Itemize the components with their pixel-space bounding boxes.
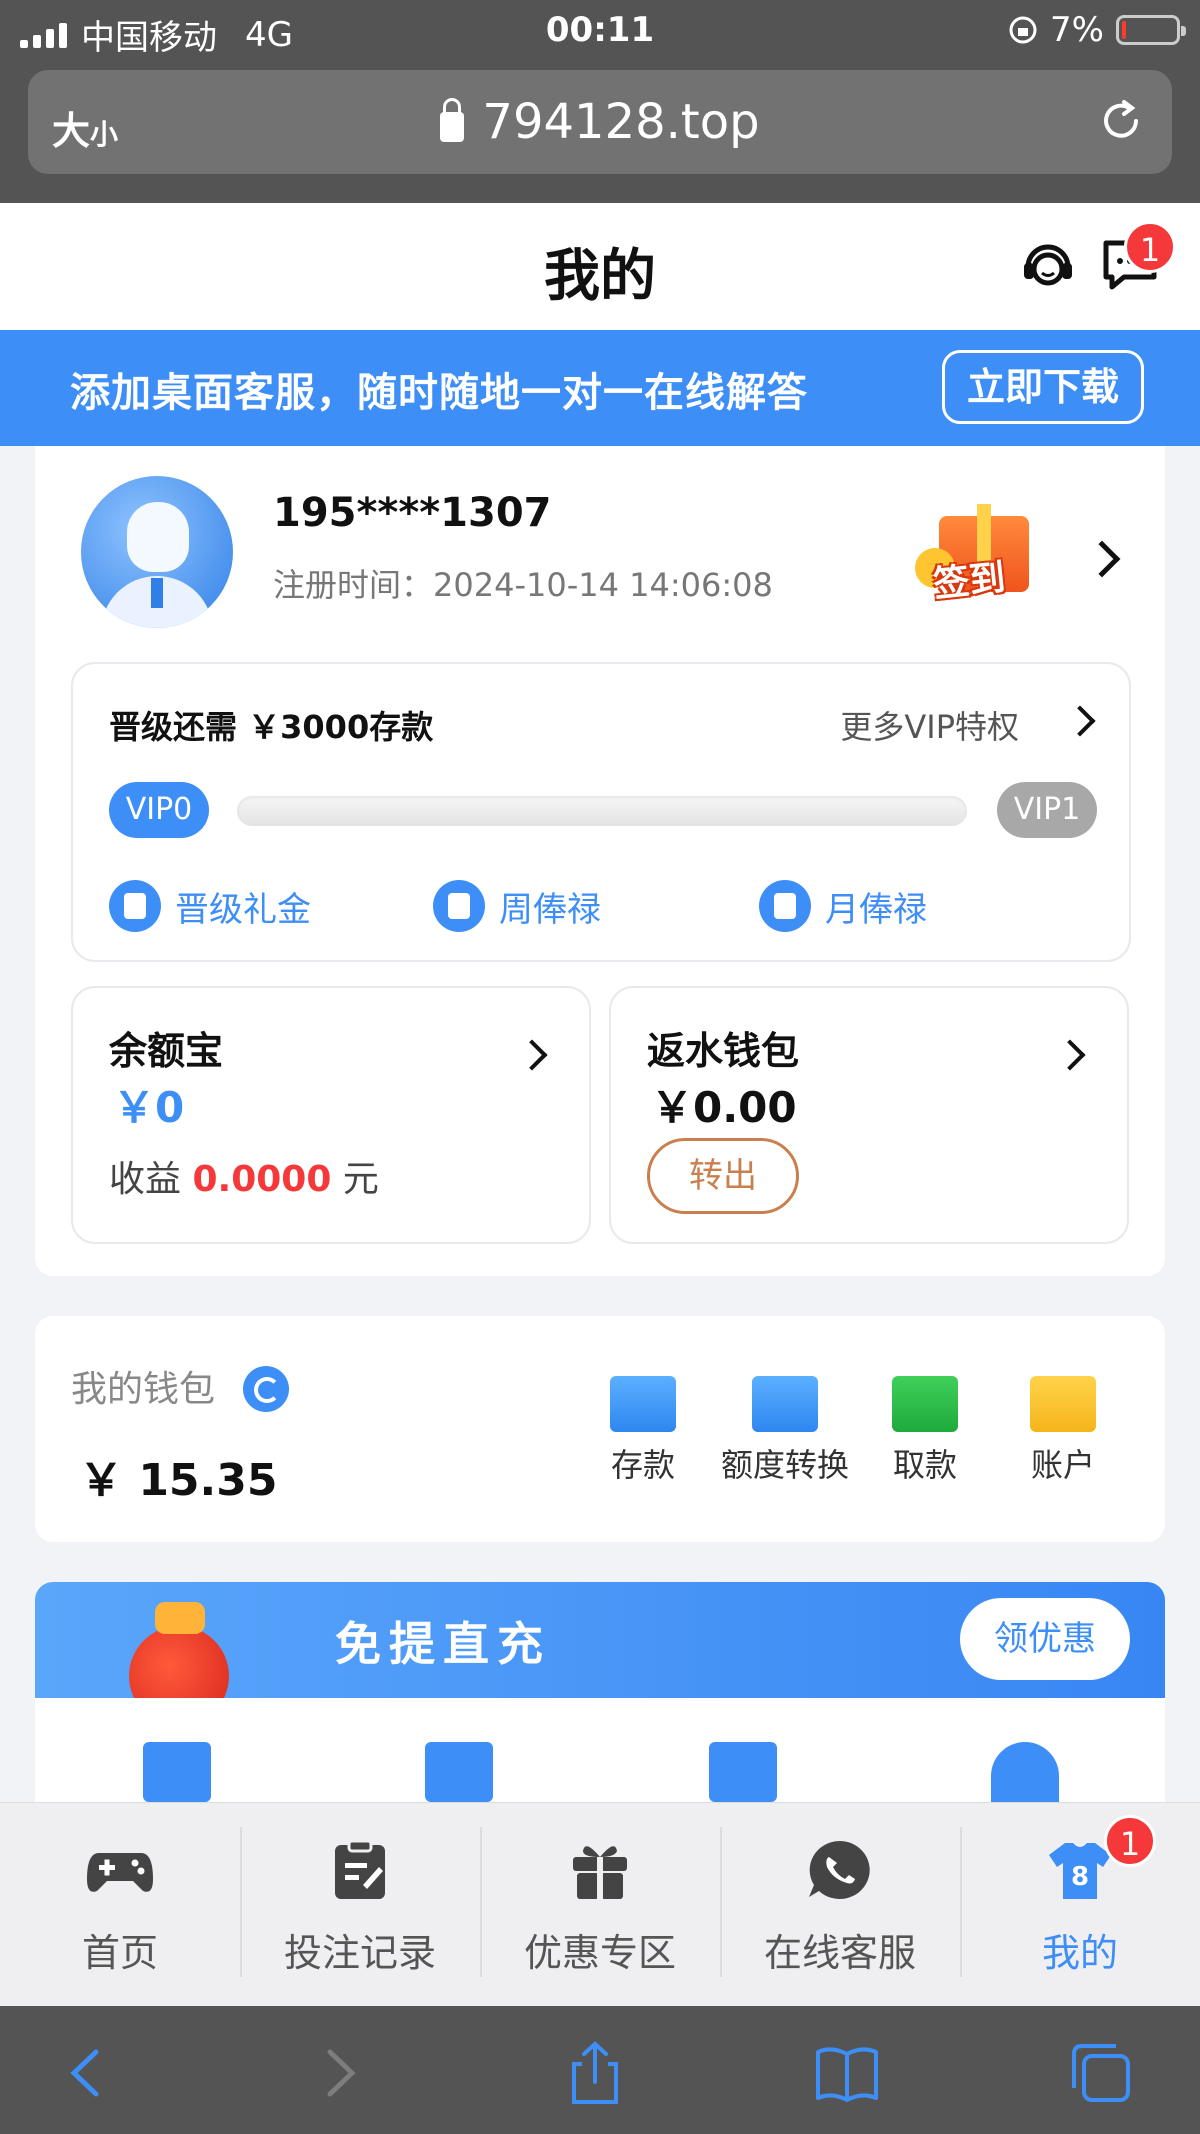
signin-label: 签到 bbox=[931, 557, 1008, 606]
reload-icon[interactable] bbox=[1096, 96, 1146, 146]
money-bag-icon bbox=[759, 880, 811, 932]
yuebao-amount: ￥0 bbox=[113, 1083, 185, 1132]
claim-offer-button[interactable]: 领优惠 bbox=[960, 1598, 1130, 1680]
url-display[interactable]: 794128.top bbox=[28, 94, 1172, 150]
bottom-tab-bar: 首页 投注记录 优惠专区 在线客服 8 我的 1 bbox=[0, 1802, 1200, 2006]
transfer-doc-icon[interactable] bbox=[425, 1742, 493, 1802]
yuebao-chevron-icon bbox=[516, 1039, 548, 1071]
yuebao-income-value: 0.0000 bbox=[192, 1159, 332, 1200]
tab-online-service[interactable]: 在线客服 bbox=[720, 1803, 960, 2007]
refresh-icon[interactable] bbox=[243, 1366, 289, 1412]
transfer-out-button[interactable]: 转出 bbox=[647, 1138, 799, 1214]
bookmarks-icon[interactable] bbox=[812, 2040, 882, 2106]
vip-more-link[interactable]: 更多VIP特权 bbox=[840, 702, 1019, 748]
tab-promotions-label: 优惠专区 bbox=[523, 1931, 676, 1975]
lock-icon bbox=[440, 98, 465, 142]
vip-panel: 晋级还需 ￥3000存款 更多VIP特权 VIP0 VIP1 晋级礼金 周俸禄 … bbox=[71, 662, 1131, 962]
yuebao-card[interactable]: 余额宝 ￥0 收益 0.0000 元 bbox=[71, 986, 591, 1244]
browser-bottom-toolbar bbox=[0, 2006, 1200, 2134]
calendar-icon[interactable] bbox=[709, 1742, 777, 1802]
username: 195****1307 bbox=[273, 490, 552, 536]
rebate-title: 返水钱包 bbox=[647, 1029, 800, 1073]
yuebao-income: 收益 0.0000 元 bbox=[109, 1159, 379, 1200]
wallet-deposit-icon bbox=[610, 1376, 676, 1432]
transfer-button[interactable]: 额度转换 bbox=[715, 1376, 855, 1486]
desktop-service-banner: 添加桌面客服，随时随地一对一在线解答 立即下载 bbox=[0, 330, 1200, 446]
withdraw-button[interactable]: 取款 bbox=[855, 1376, 995, 1486]
wallet-card: 我的钱包 ￥ 15.35 存款 额度转换 取款 账户 bbox=[35, 1316, 1165, 1542]
signin-gift-icon[interactable]: 签到 bbox=[913, 486, 1053, 616]
perk-monthly-salary[interactable]: 月俸禄 bbox=[759, 880, 927, 932]
tab-mine[interactable]: 8 我的 bbox=[960, 1803, 1200, 2007]
message-badge: 1 bbox=[1124, 221, 1176, 273]
address-bar[interactable]: 大小 794128.top bbox=[28, 70, 1172, 174]
tab-promotions[interactable]: 优惠专区 bbox=[480, 1803, 720, 2007]
upgrade-arrow-icon bbox=[109, 880, 161, 932]
gamepad-icon bbox=[87, 1853, 153, 1892]
profile-card: 195****1307 注册时间：2024-10-14 14:06:08 签到 … bbox=[35, 446, 1165, 1276]
forward-icon[interactable] bbox=[300, 2040, 370, 2106]
tab-online-service-label: 在线客服 bbox=[763, 1931, 916, 1975]
perk-upgrade-bonus[interactable]: 晋级礼金 bbox=[109, 880, 311, 932]
clipboard-edit-icon bbox=[335, 1839, 385, 1899]
rebate-wallet-card[interactable]: 返水钱包 ￥0.00 转出 bbox=[609, 986, 1129, 1244]
phone-chat-icon bbox=[809, 1840, 870, 1899]
profile-chevron-right-icon[interactable] bbox=[1083, 540, 1121, 578]
wallet-label: 我的钱包 bbox=[71, 1369, 216, 1410]
recharge-promo: 免提直充 领优惠 bbox=[35, 1582, 1165, 1838]
document-icon[interactable] bbox=[143, 1742, 211, 1802]
rebate-amount: ￥0.00 bbox=[651, 1083, 797, 1132]
gift-icon bbox=[573, 1846, 627, 1899]
exchange-icon bbox=[752, 1376, 818, 1432]
tab-home-label: 首页 bbox=[81, 1931, 158, 1975]
download-button[interactable]: 立即下载 bbox=[942, 350, 1144, 424]
vip-next-level: VIP1 bbox=[997, 782, 1097, 838]
recharge-title: 免提直充 bbox=[335, 1617, 551, 1671]
customer-service-icon[interactable] bbox=[1016, 233, 1080, 297]
yuebao-title: 余额宝 bbox=[109, 1029, 224, 1073]
back-icon[interactable] bbox=[56, 2040, 126, 2106]
browser-toolbar: 大小 794128.top bbox=[0, 62, 1200, 203]
lucky-bag-icon bbox=[115, 1596, 245, 1698]
deposit-button[interactable]: 存款 bbox=[573, 1376, 713, 1486]
status-right: 7% bbox=[1008, 10, 1186, 50]
battery-percent: 7% bbox=[1050, 10, 1104, 50]
tab-home[interactable]: 首页 bbox=[0, 1803, 240, 2007]
vip-current-level: VIP0 bbox=[109, 782, 209, 838]
battery-icon bbox=[1116, 15, 1186, 45]
wallet-amount: ￥ 15.35 bbox=[79, 1455, 278, 1506]
account-button[interactable]: 账户 bbox=[993, 1376, 1133, 1486]
perk-weekly-salary[interactable]: 周俸禄 bbox=[433, 880, 601, 932]
tab-mine-label: 我的 bbox=[1041, 1931, 1118, 1975]
clipboard-icon bbox=[433, 880, 485, 932]
share-icon[interactable] bbox=[560, 2040, 630, 2106]
rebate-chevron-icon bbox=[1054, 1039, 1086, 1071]
yuan-box-icon bbox=[892, 1376, 958, 1432]
tab-bet-records[interactable]: 投注记录 bbox=[240, 1803, 480, 2007]
rotation-lock-icon bbox=[1009, 16, 1037, 44]
url-text: 794128.top bbox=[482, 94, 760, 150]
card-icon bbox=[1030, 1376, 1096, 1432]
tabs-icon[interactable] bbox=[1066, 2040, 1136, 2106]
banner-text: 添加桌面客服，随时随地一对一在线解答 bbox=[70, 370, 808, 416]
page-header: 我的 1 bbox=[0, 203, 1200, 330]
avatar[interactable] bbox=[81, 476, 233, 628]
tab-bet-records-label: 投注记录 bbox=[283, 1931, 436, 1975]
mine-tab-badge: 1 bbox=[1104, 1815, 1156, 1867]
register-time: 注册时间：2024-10-14 14:06:08 bbox=[273, 566, 773, 604]
vip-progress-bar bbox=[237, 796, 967, 826]
agent-icon[interactable] bbox=[991, 1742, 1059, 1802]
svg-text:8: 8 bbox=[1071, 1862, 1089, 1892]
vip-more-chevron-icon[interactable] bbox=[1064, 705, 1096, 737]
status-bar: 中国移动 4G 00:11 7% bbox=[0, 0, 1200, 62]
vip-upgrade-need: 晋级还需 ￥3000存款 bbox=[109, 708, 434, 746]
recharge-header: 免提直充 领优惠 bbox=[35, 1582, 1165, 1698]
